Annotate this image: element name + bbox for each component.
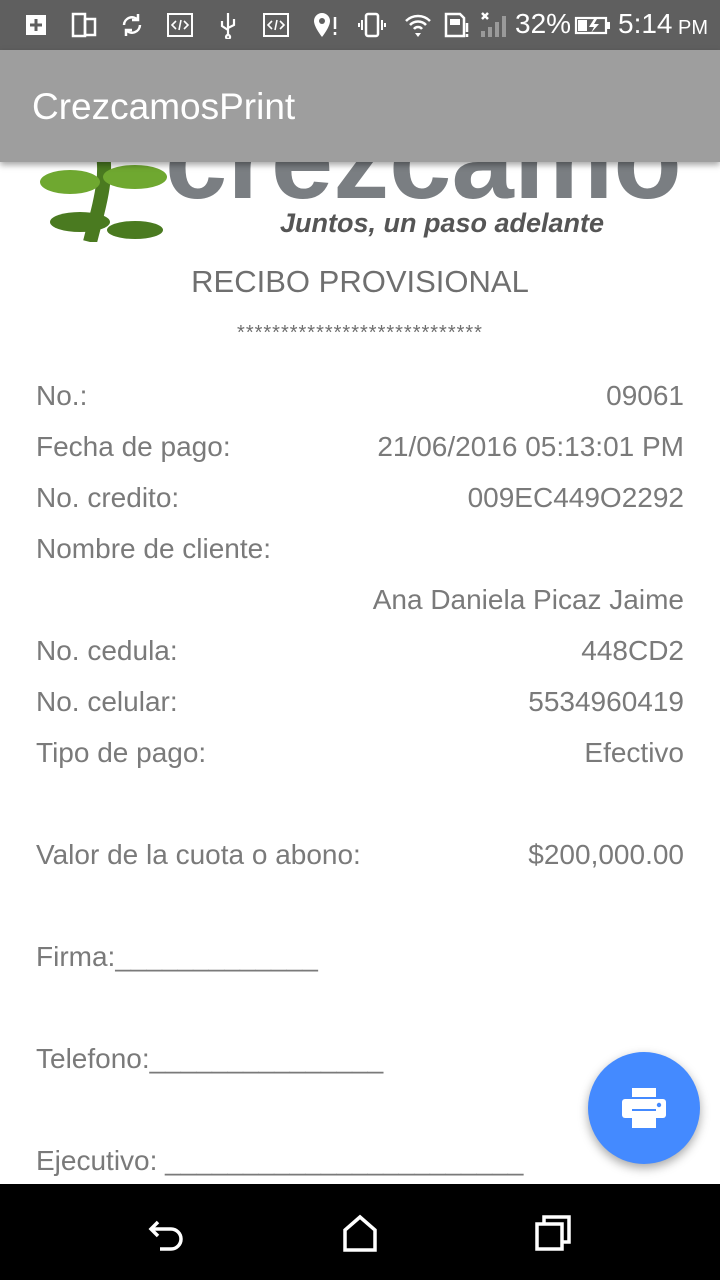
field-value-credit-number: 009EC449O2292 — [467, 482, 684, 513]
signal-icon — [481, 12, 506, 37]
crezcamos-logo: crezcamos Juntos, un paso adelante — [40, 162, 720, 244]
signature-line: Firma:_____________ — [36, 941, 318, 972]
clock-time: 5:14 — [618, 8, 673, 39]
field-value-client-name: Ana Daniela Picaz Jaime — [372, 584, 684, 615]
field-label-credit-number: No. credito: — [36, 482, 180, 513]
receipt-title: RECIBO PROVISIONAL — [191, 264, 529, 299]
field-label-payment-type: Tipo de pago: — [36, 737, 207, 768]
vibrate-icon — [358, 12, 386, 38]
field-label-phone: No. celular: — [36, 686, 178, 717]
home-icon[interactable] — [339, 1212, 381, 1254]
code-icon — [167, 13, 193, 37]
field-label-amount: Valor de la cuota o abono: — [36, 839, 361, 870]
telephone-line: Telefono:_______________ — [36, 1043, 384, 1074]
app-title: CrezcamosPrint — [32, 86, 296, 127]
field-value-number: 09061 — [606, 380, 684, 411]
phone-tablet-icon — [71, 12, 97, 38]
receipt-content: crezcamos Juntos, un paso adelante RECIB… — [0, 162, 720, 1184]
receipt-separator: **************************** — [237, 322, 483, 344]
field-label-client-name: Nombre de cliente: — [36, 533, 272, 564]
back-icon[interactable] — [146, 1212, 188, 1254]
logo-tagline: Juntos, un paso adelante — [280, 208, 604, 238]
print-button[interactable] — [588, 1052, 700, 1164]
sd-card-alert-icon — [444, 12, 469, 38]
field-label-number: No.: — [36, 380, 88, 411]
field-value-phone: 5534960419 — [528, 686, 684, 717]
battery-percent: 32% — [515, 8, 572, 39]
wifi-icon — [405, 14, 431, 37]
sync-icon — [122, 14, 142, 36]
location-alert-icon — [314, 13, 337, 37]
print-icon — [622, 1088, 666, 1128]
status-bar: 32% 5:14 PM — [0, 0, 720, 50]
field-value-payment-date: 21/06/2016 05:13:01 PM — [377, 431, 684, 462]
recents-icon[interactable] — [532, 1212, 574, 1254]
field-value-amount: $200,000.00 — [528, 839, 684, 870]
app-bar: CrezcamosPrint — [0, 50, 720, 162]
executive-line: Ejecutivo: _______________________ — [36, 1145, 524, 1176]
field-label-payment-date: Fecha de pago: — [36, 431, 231, 462]
usb-icon — [220, 13, 236, 39]
field-label-id-number: No. cedula: — [36, 635, 178, 666]
code-icon — [263, 13, 289, 37]
navigation-bar — [0, 1184, 720, 1280]
field-value-payment-type: Efectivo — [584, 737, 684, 768]
battery-charging-icon — [574, 16, 610, 35]
field-value-id-number: 448CD2 — [581, 635, 684, 666]
add-box-icon — [26, 15, 46, 35]
clock-ampm: PM — [678, 17, 708, 39]
